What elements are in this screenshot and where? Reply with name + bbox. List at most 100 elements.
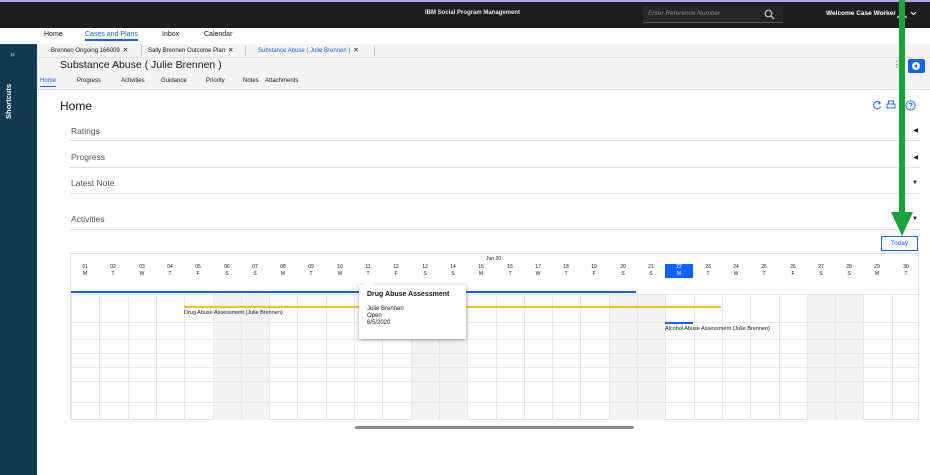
day-header[interactable]: 19 F	[580, 264, 608, 278]
reference-search-field[interactable]: Enter Reference Number	[643, 6, 783, 23]
day-header[interactable]: 18 T	[552, 264, 580, 278]
case-subnav: Home Progress Activities Guidance Priori…	[37, 74, 930, 90]
event-popup: Drug Abuse Assessment Julie Brennen Open…	[359, 280, 466, 339]
event-label-drug-abuse[interactable]: Drug Abuse Assessment (Julie Brennen)	[184, 310, 283, 316]
nav-home[interactable]: Home	[44, 31, 63, 38]
day-header[interactable]: 10 W	[326, 264, 354, 278]
subnav-guidance[interactable]: Guidance	[161, 78, 187, 84]
today-button[interactable]: Today	[881, 236, 918, 251]
event-bar-alcohol-abuse[interactable]	[665, 322, 693, 324]
day-number: 22	[676, 264, 682, 270]
section-ratings[interactable]: Ratings ◀	[70, 121, 920, 141]
section-label: Ratings	[71, 126, 100, 136]
expand-chevron-icon[interactable]: »	[10, 49, 15, 59]
row-divider	[71, 367, 918, 368]
day-number: 01	[82, 264, 88, 270]
day-header[interactable]: 07 S	[241, 264, 269, 278]
weekday-letter: M	[874, 271, 880, 277]
section-activities[interactable]: Activities ▼	[70, 209, 920, 230]
subnav-priority[interactable]: Priority	[206, 78, 225, 84]
tab-substance-abuse[interactable]: Substance Abuse ( Julie Brennen ) ✕	[258, 46, 359, 54]
day-header[interactable]: 16 T	[496, 264, 524, 278]
day-header[interactable]: 17 W	[524, 264, 552, 278]
section-label: Progress	[71, 152, 106, 162]
row-divider	[71, 353, 918, 354]
weekday-letter: S	[621, 271, 625, 277]
close-icon[interactable]: ✕	[228, 47, 233, 54]
row-divider	[71, 339, 918, 340]
nav-cases-and-plans[interactable]: Cases and Plans	[85, 31, 138, 41]
event-label-alcohol-abuse[interactable]: Alcohol Abuse Assessment (Julie Brennen)	[665, 326, 770, 332]
event-bar-drug-abuse[interactable]	[71, 291, 636, 293]
row-divider	[71, 402, 918, 403]
weekday-letter: T	[168, 271, 172, 277]
subnav-activities[interactable]: Activities	[121, 78, 145, 84]
day-header[interactable]: 03 W	[128, 264, 156, 278]
subnav-progress[interactable]: Progress	[77, 78, 101, 84]
shortcuts-panel[interactable]: » Shortcuts	[0, 44, 37, 475]
day-header[interactable]: 01 M	[71, 264, 99, 278]
day-number: 28	[846, 264, 852, 270]
section-progress[interactable]: Progress ◀	[70, 147, 920, 168]
day-header[interactable]: 13 S	[411, 264, 439, 278]
subnav-notes[interactable]: Notes	[243, 78, 259, 84]
weekday-letter: T	[111, 271, 115, 277]
tab-sally-brennen-outcome-plan[interactable]: Sally Brennen Outcome Plan ✕	[148, 46, 234, 54]
day-header[interactable]: 29 M	[863, 264, 891, 278]
weekday-letter: S	[819, 271, 823, 277]
day-header[interactable]: 24 W	[722, 264, 750, 278]
day-header[interactable]: 14 S	[439, 264, 467, 278]
section-label: Latest Note	[71, 178, 115, 188]
weekday-letter: F	[592, 271, 596, 277]
day-header[interactable]: 23 T	[694, 264, 722, 278]
day-header[interactable]: 05 F	[184, 264, 212, 278]
day-number: 04	[167, 264, 173, 270]
refresh-icon[interactable]	[872, 100, 882, 110]
search-placeholder: Enter Reference Number	[648, 10, 721, 17]
day-header[interactable]: 26 F	[779, 264, 807, 278]
section-latest-note[interactable]: Latest Note ▼	[70, 173, 920, 194]
day-header[interactable]: 02 T	[99, 264, 127, 278]
day-header[interactable]: 28 S	[835, 264, 863, 278]
day-header[interactable]: 12 F	[382, 264, 410, 278]
day-header[interactable]: 21 S	[637, 264, 665, 278]
day-header[interactable]: 09 T	[297, 264, 325, 278]
day-header[interactable]: 25 T	[750, 264, 778, 278]
day-header[interactable]: 15 M	[467, 264, 495, 278]
tab-divider	[374, 46, 375, 56]
day-number: 05	[195, 264, 201, 270]
weekday-letter: F	[196, 271, 200, 277]
close-icon[interactable]: ✕	[123, 47, 128, 54]
welcome-text: Welcome Case Worker	[826, 10, 896, 17]
shortcuts-label[interactable]: Shortcuts	[4, 84, 13, 119]
day-header[interactable]: 27 S	[807, 264, 835, 278]
day-number: 20	[620, 264, 626, 270]
day-number: 29	[874, 264, 880, 270]
day-header[interactable]: 06 S	[213, 264, 241, 278]
weekday-letter: T	[762, 271, 766, 277]
product-name: IBM Social Program Management	[425, 10, 521, 16]
horizontal-scrollbar[interactable]	[355, 426, 634, 429]
day-header[interactable]: 08 M	[269, 264, 297, 278]
day-header[interactable]: 22 M	[665, 264, 693, 278]
subnav-attachments[interactable]: Attachments	[265, 78, 298, 84]
section-label: Activities	[71, 214, 105, 224]
day-header[interactable]: 04 T	[156, 264, 184, 278]
day-header[interactable]: 20 S	[609, 264, 637, 278]
day-number: 23	[705, 264, 711, 270]
day-header[interactable]: 30 T	[892, 264, 920, 278]
tab-brennen-ongoing[interactable]: Brennen Ongoing 166009 ✕	[51, 46, 128, 54]
subnav-home[interactable]: Home	[40, 78, 57, 87]
nav-inbox[interactable]: Inbox	[162, 31, 179, 38]
search-icon[interactable]	[764, 9, 775, 20]
close-icon[interactable]: ✕	[353, 47, 358, 54]
weekday-letter: S	[847, 271, 851, 277]
nav-calendar[interactable]: Calendar	[204, 31, 232, 38]
day-number: 18	[563, 264, 569, 270]
weekday-letter: W	[337, 271, 343, 277]
day-header[interactable]: 11 T	[354, 264, 382, 278]
day-number: 09	[308, 264, 314, 270]
day-number: 12	[393, 264, 399, 270]
tab-divider	[141, 46, 142, 56]
day-number: 15	[478, 264, 484, 270]
